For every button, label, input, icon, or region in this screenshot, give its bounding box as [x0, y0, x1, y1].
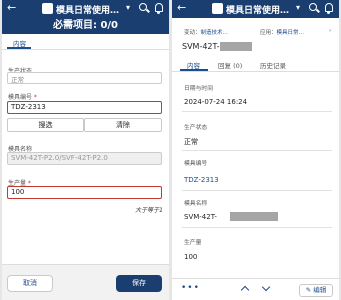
field-label: 日期与时间 [184, 86, 213, 92]
search-icon[interactable] [139, 3, 147, 11]
field-label: 生产状态 [184, 125, 208, 131]
record-footer: ••• ✎ 编辑 [172, 278, 339, 300]
bell-icon[interactable] [325, 3, 333, 14]
breadcrumb: 应用：模具日常… [260, 30, 305, 36]
chevron-up-icon[interactable] [240, 285, 250, 295]
back-arrow-icon[interactable]: ← [177, 2, 186, 14]
chevron-down-icon[interactable] [261, 282, 271, 292]
redacted-block [230, 212, 278, 221]
tab-bar: 内容 [2, 34, 169, 50]
save-button[interactable]: 保存 [116, 275, 162, 292]
mold-number-label: 模具编号 * [8, 94, 37, 101]
app-icon [42, 3, 53, 14]
breadcrumb-link-change[interactable]: 制造技术… [201, 30, 229, 36]
back-arrow-icon[interactable]: ← [7, 2, 16, 14]
tab-replies[interactable]: 回复 (0) [218, 60, 242, 70]
edit-form-panel: ← 模具日常使用… ▾ 必需项目: 0/0 内容 生产状态 正常 模具编号 * … [2, 0, 169, 300]
mold-name-value: SVM-42T- [184, 213, 217, 221]
divider [182, 111, 332, 112]
cancel-button[interactable]: 取消 [7, 275, 53, 292]
divider [182, 150, 332, 151]
record-detail-panel: ← 模具日常使用… ▾ 变动：制造技术… 应用：模具日常… › SVM-42T-… [172, 0, 339, 300]
chevron-right-icon[interactable]: › [329, 28, 331, 34]
production-status-value: 正常 [184, 138, 198, 146]
chevron-down-icon[interactable]: ▾ [126, 3, 130, 12]
breadcrumb: 变动：制造技术… [184, 30, 229, 36]
form-footer: 取消 保存 [2, 264, 169, 300]
mold-number-input[interactable]: TDZ-2313 [7, 101, 162, 114]
active-tab-indicator [7, 47, 31, 49]
divider [182, 190, 332, 191]
breadcrumb-link-app[interactable]: 模具日常… [277, 30, 305, 36]
tab-history[interactable]: 历史记录 [260, 60, 286, 70]
record-title: SVM-42T- [182, 42, 220, 51]
edit-button[interactable]: ✎ 编辑 [299, 284, 333, 297]
production-status-select[interactable]: 正常 [7, 72, 162, 84]
search-button[interactable]: 搜选 [7, 118, 84, 132]
mold-name-field: SVM-42T-P2.0/SVF-42T-P2.0 [7, 152, 162, 165]
top-bar: ← 模具日常使用… ▾ [2, 0, 169, 18]
redacted-block [220, 42, 252, 51]
required-items-banner: 必需项目: 0/0 [2, 18, 169, 34]
more-options-icon[interactable]: ••• [181, 283, 200, 293]
quantity-hint: 大于等于1 [135, 207, 163, 214]
chevron-down-icon[interactable]: ▾ [296, 3, 300, 12]
mold-number-link[interactable]: TDZ-2313 [184, 176, 219, 184]
divider [182, 227, 332, 228]
search-icon[interactable] [309, 3, 317, 11]
app-title[interactable]: 模具日常使用… [56, 3, 119, 16]
app-icon [212, 3, 223, 14]
bell-icon[interactable] [155, 3, 163, 14]
field-label: 生产量 [184, 240, 202, 246]
field-label: 模具编号 [184, 161, 208, 167]
app-title[interactable]: 模具日常使用… [226, 3, 289, 16]
clear-button[interactable]: 清除 [84, 118, 162, 132]
quantity-value: 100 [184, 253, 198, 261]
tab-bar: 内容 回复 (0) 历史记录 [172, 56, 339, 72]
field-label: 模具名称 [184, 201, 208, 207]
active-tab-indicator [180, 69, 208, 71]
datetime-value: 2024-07-24 16:24 [184, 98, 248, 106]
quantity-input[interactable]: 100 [7, 186, 162, 199]
production-status-value: 正常 [11, 76, 24, 84]
top-bar: ← 模具日常使用… ▾ [172, 0, 339, 18]
